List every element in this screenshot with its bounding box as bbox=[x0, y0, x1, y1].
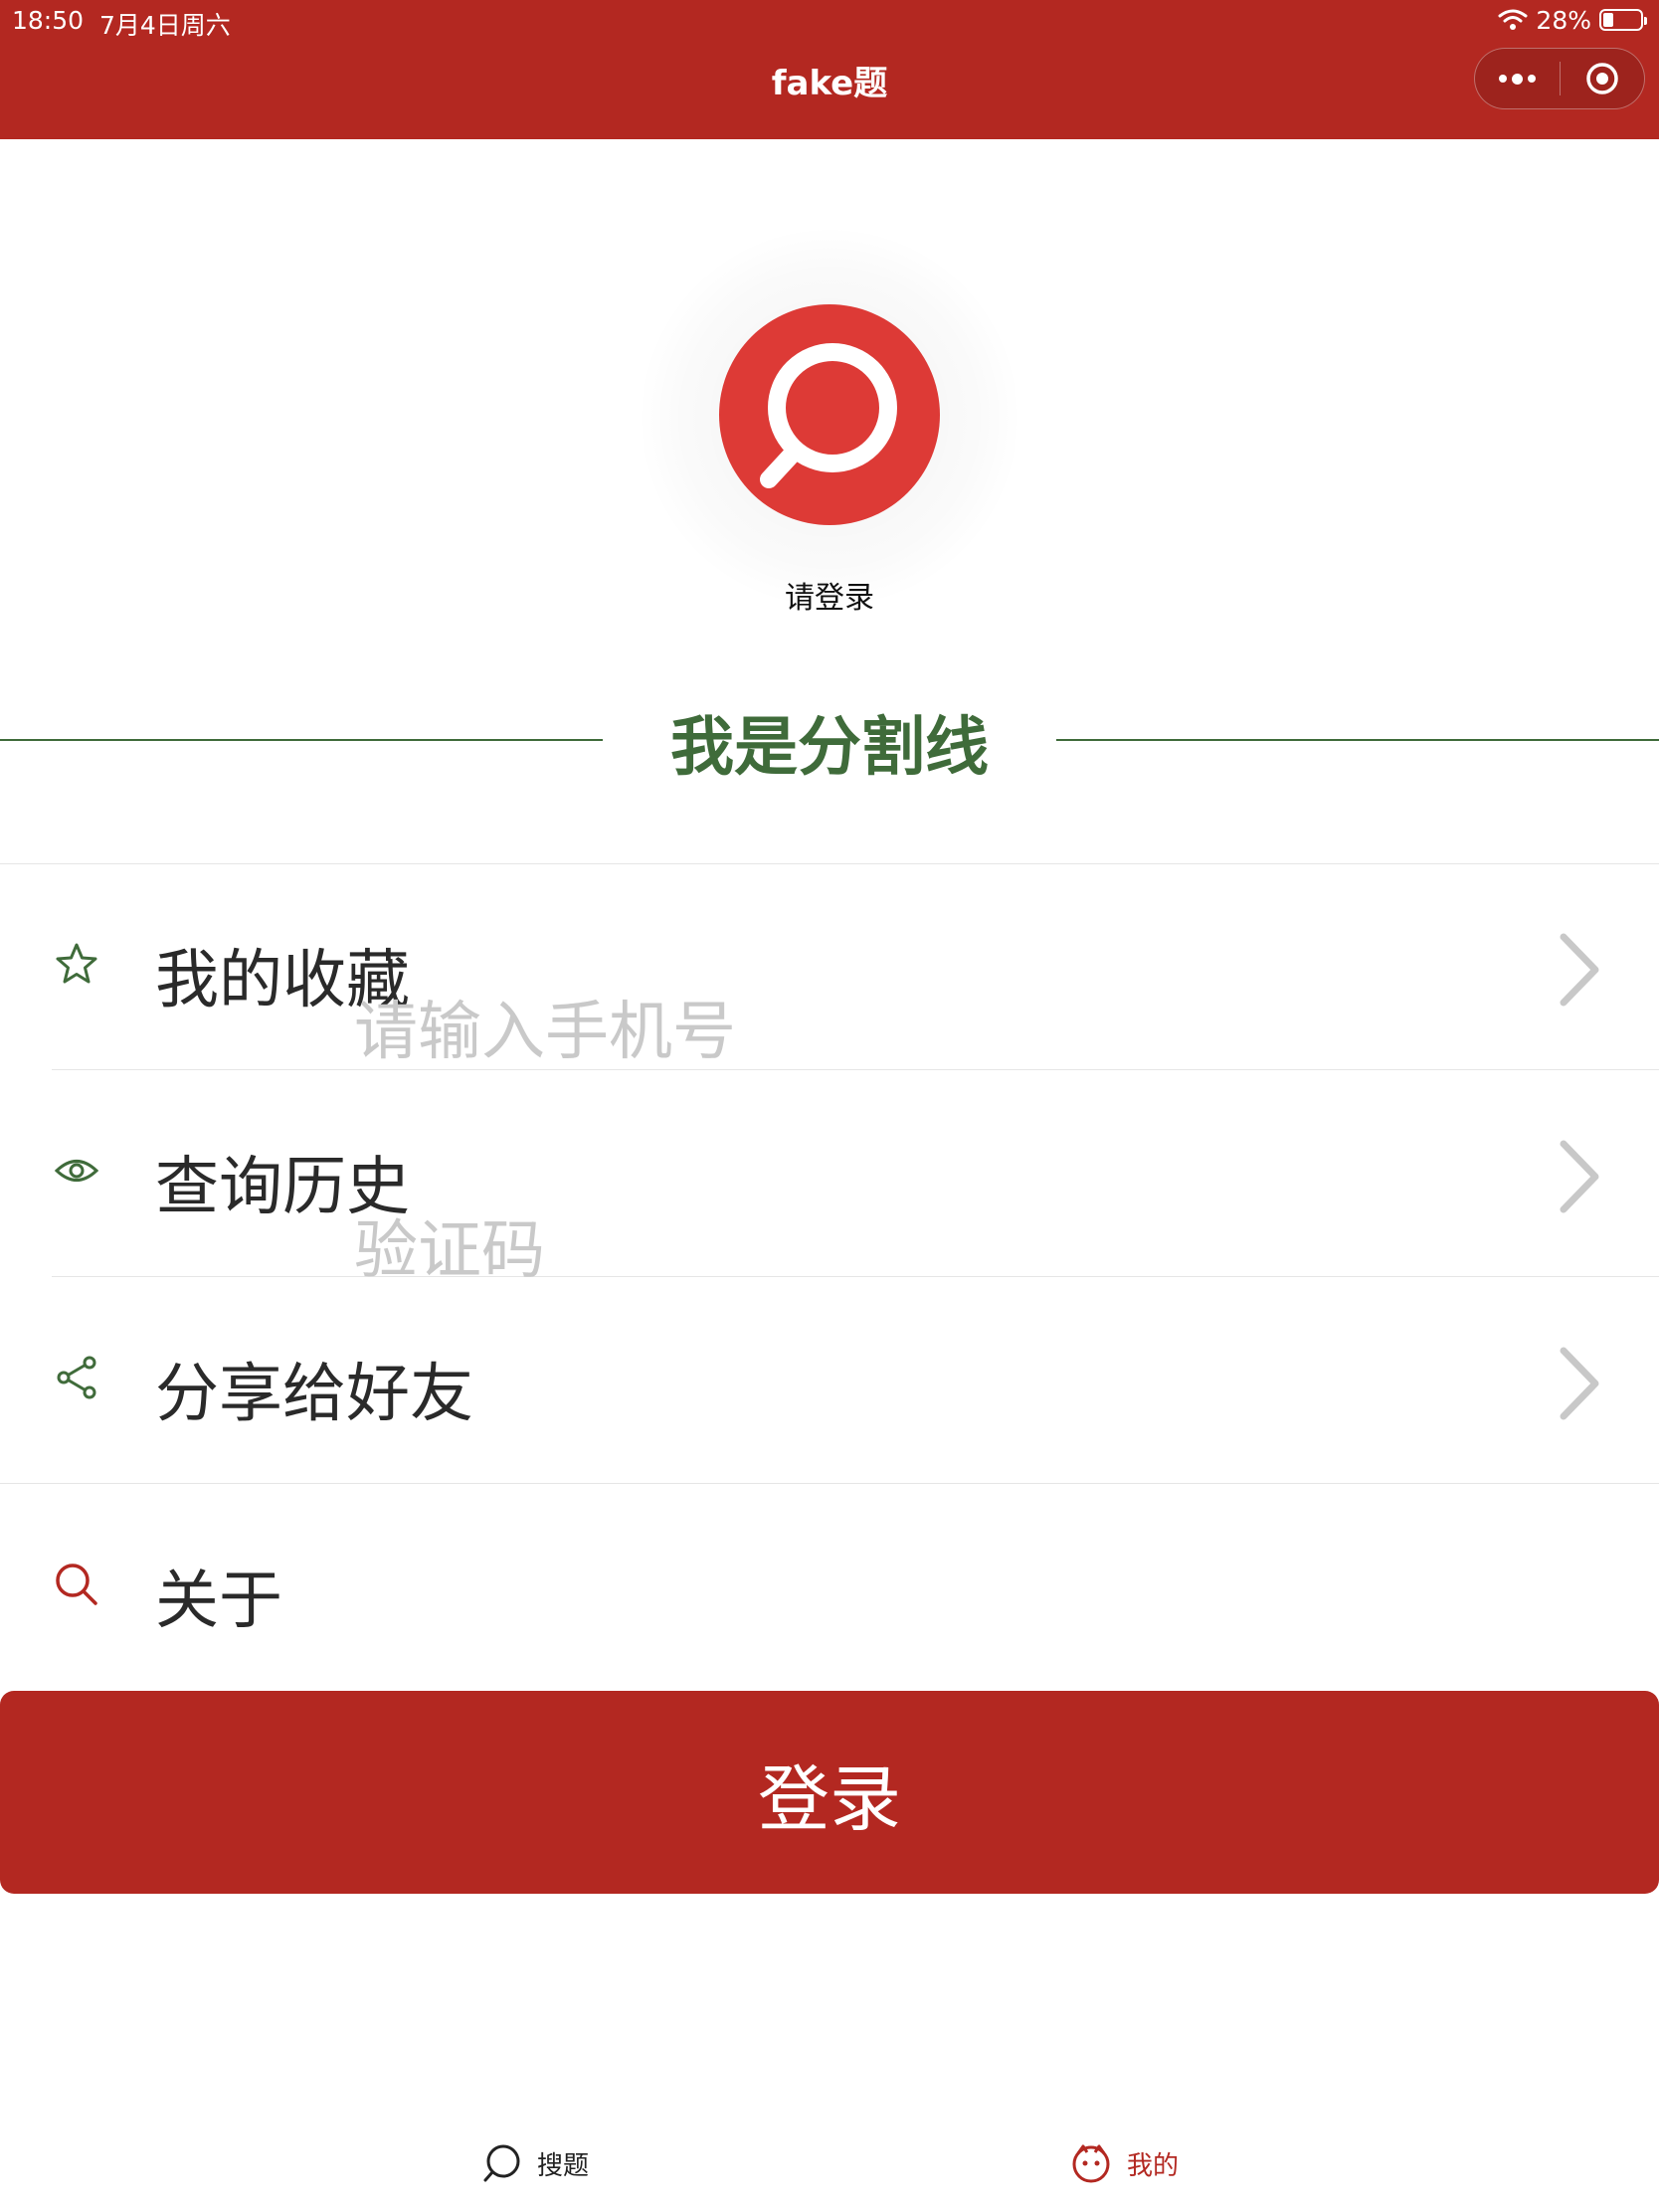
chevron-right-icon bbox=[1560, 933, 1599, 1007]
search-icon bbox=[56, 1564, 97, 1605]
menu-item-share[interactable]: 分享给好友 bbox=[0, 1277, 1659, 1484]
login-button[interactable]: 登录 bbox=[0, 1691, 1659, 1894]
close-program-button[interactable] bbox=[1561, 49, 1645, 108]
status-date: 7月4日周六 bbox=[99, 11, 231, 40]
phone-input[interactable]: 请输入手机号 bbox=[354, 981, 736, 1072]
target-circle-icon bbox=[1586, 63, 1618, 94]
chevron-right-icon bbox=[1560, 1140, 1599, 1213]
mini-program-capsule bbox=[1474, 48, 1645, 109]
status-indicators: 28% bbox=[1498, 4, 1647, 36]
tab-label: 搜题 bbox=[537, 2150, 590, 2181]
battery-percent: 28% bbox=[1536, 5, 1591, 35]
menu-item-about[interactable]: 关于 bbox=[0, 1484, 1659, 1691]
menu-item-label: 分享给好友 bbox=[155, 1358, 473, 1431]
chat-bubble-logo-icon bbox=[760, 343, 897, 488]
face-icon bbox=[1072, 2144, 1110, 2183]
chat-bubble-icon bbox=[483, 2144, 520, 2182]
menu-item-label: 关于 bbox=[155, 1565, 282, 1638]
divider-text: 我是分割线 bbox=[670, 711, 989, 785]
tab-mine[interactable]: 我的 bbox=[1069, 2138, 1179, 2188]
battery-icon bbox=[1599, 9, 1647, 31]
tab-label: 我的 bbox=[1127, 2150, 1180, 2181]
login-prompt[interactable]: 请登录 bbox=[0, 573, 1659, 617]
menu-item-history[interactable]: 查询历史 bbox=[0, 1070, 1659, 1277]
page-title: fake题 bbox=[771, 64, 888, 103]
more-button[interactable] bbox=[1475, 49, 1560, 108]
app-header: 18:50 7月4日周六 28% fake题 bbox=[0, 0, 1659, 139]
wifi-icon bbox=[1498, 9, 1528, 30]
menu-item-favorites[interactable]: 我的收藏 bbox=[0, 863, 1659, 1070]
tab-search[interactable]: 搜题 bbox=[479, 2138, 589, 2188]
eye-icon bbox=[54, 1160, 99, 1182]
tab-bar: 搜题 我的 bbox=[0, 2109, 1659, 2212]
more-dots-icon bbox=[1498, 73, 1536, 85]
share-icon bbox=[57, 1356, 96, 1399]
avatar[interactable] bbox=[719, 304, 940, 525]
verification-code-input[interactable]: 验证码 bbox=[354, 1199, 545, 1291]
star-icon bbox=[56, 943, 97, 984]
chevron-right-icon bbox=[1560, 1347, 1599, 1420]
status-time: 18:50 bbox=[12, 6, 85, 35]
